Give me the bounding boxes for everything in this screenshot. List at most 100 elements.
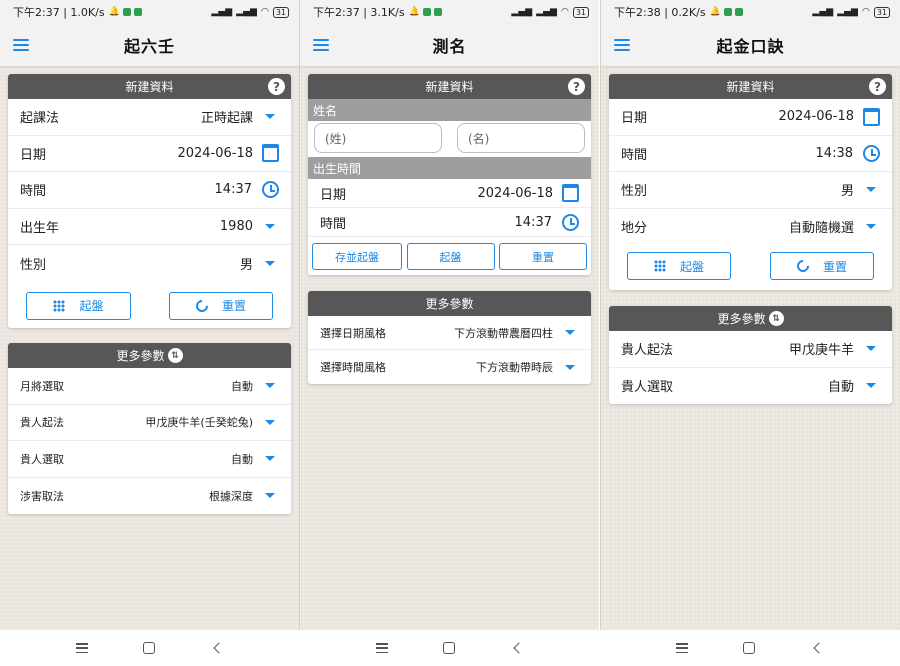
new-data-card: 新建資料 ? 姓名 (姓) (名) 出生時間 日期 2024-06-18 時間 … [308,74,591,275]
start-chart-button[interactable]: 起盤 [26,291,131,320]
start-chart-button[interactable]: 起盤 [406,243,495,270]
param-row[interactable]: 選擇時間風格 下方滾動帶時辰 [308,350,591,384]
status-time: 下午2:38 [614,6,661,19]
recent-apps-icon[interactable] [676,643,688,653]
recent-apps-icon[interactable] [376,643,388,653]
param-row[interactable]: 涉害取法 根據深度 [8,478,291,515]
dropdown-caret-icon[interactable] [265,260,275,266]
swap-icon[interactable]: ⇅ [167,348,183,363]
hamburger-menu-icon[interactable] [614,39,630,51]
page-title: 起六壬 [123,37,175,56]
row-value: 2024-06-18 [778,109,854,125]
dropdown-caret-icon[interactable] [866,187,876,193]
row-value: 男 [840,184,854,200]
form-row-date[interactable]: 日期 2024-06-18 [308,179,591,208]
signal-icon: ▂▄▆ [536,7,557,17]
form-row-date[interactable]: 日期 2024-06-18 [8,136,291,172]
param-row[interactable]: 貴人選取 自動 [8,441,291,478]
dropdown-caret-icon[interactable] [866,224,876,230]
system-nav-bar [0,630,900,666]
form-row-gender[interactable]: 性別 男 [609,172,892,209]
form-row-time[interactable]: 時間 14:37 [8,172,291,209]
back-icon[interactable] [813,642,825,654]
param-row[interactable]: 貴人起法 甲戊庚牛羊(壬癸蛇兔) [8,405,291,441]
card-title: 新建資料 [125,80,174,94]
reset-button[interactable]: 重置 [770,252,874,280]
reset-button[interactable]: 重置 [499,243,587,270]
battery-icon: 31 [272,6,289,18]
param-row[interactable]: 月將選取 自動 [8,368,291,405]
form-row-earth-branch[interactable]: 地分 自動隨機選 [609,209,892,246]
back-icon[interactable] [513,642,525,654]
card-title: 新建資料 [425,80,474,94]
hamburger-menu-icon[interactable] [13,39,29,51]
home-icon[interactable] [443,642,455,654]
back-icon[interactable] [213,642,225,654]
help-icon[interactable]: ? [568,78,585,95]
home-icon[interactable] [143,642,155,654]
help-icon[interactable]: ? [268,78,285,95]
refresh-icon [794,257,812,275]
app-notification-icon [734,8,743,16]
new-data-card: 新建資料 ? 起課法 正時起課 日期 2024-06-18 時間 14:37 出… [8,74,291,328]
status-bar: 下午2:37 | 1.0K/s 🔔 ▂▄▆ ▂▄▆ ◠ 31 [0,0,299,24]
given-name-input[interactable]: (名) [457,123,585,153]
dropdown-caret-icon[interactable] [265,223,275,229]
form-row-method[interactable]: 起課法 正時起課 [8,99,291,136]
dropdown-caret-icon[interactable] [866,346,876,352]
card-header: 新建資料 ? [8,74,291,99]
dropdown-caret-icon[interactable] [866,383,876,389]
card-header[interactable]: 更多參數 [308,291,591,316]
dropdown-caret-icon[interactable] [565,364,575,370]
help-icon[interactable]: ? [869,78,886,95]
form-row-gender[interactable]: 性別 男 [8,245,291,282]
swap-icon[interactable]: ⇅ [768,311,784,326]
clock-icon[interactable] [562,213,579,231]
app-notification-icon [122,8,131,16]
dropdown-caret-icon[interactable] [265,419,275,425]
dropdown-caret-icon[interactable] [265,114,275,120]
app-notification-icon [133,8,142,16]
param-row[interactable]: 貴人起法 甲戊庚牛羊 [609,331,892,368]
signal-icon: ▂▄▆ [236,7,257,17]
clock-icon[interactable] [262,181,279,199]
app-bar: 測名 [300,24,599,66]
battery-icon: 31 [572,6,589,18]
row-label: 日期 [621,111,648,127]
card-header[interactable]: 更多參數 ⇅ [8,343,291,368]
row-label: 起課法 [20,111,60,127]
form-row-time[interactable]: 時間 14:38 [609,136,892,172]
dropdown-caret-icon[interactable] [265,456,275,462]
wifi-icon: ◠ [861,7,870,17]
dropdown-caret-icon[interactable] [565,330,575,335]
signal-icon: ▂▄▆ [511,7,533,17]
card-header: 新建資料 ? [308,74,591,99]
param-row[interactable]: 選擇日期風格 下方滾動帶農曆四柱 [308,316,591,350]
clock-icon[interactable] [863,144,880,162]
row-value: 2024-06-18 [477,185,553,201]
form-row-date[interactable]: 日期 2024-06-18 [609,99,892,136]
card-title: 更多參數 [425,297,474,311]
hamburger-menu-icon[interactable] [313,39,329,51]
dropdown-caret-icon[interactable] [265,383,275,389]
recent-apps-icon[interactable] [76,643,88,653]
card-header: 新建資料 ? [609,74,892,99]
calendar-icon[interactable] [562,184,579,202]
surname-input[interactable]: (姓) [314,123,442,153]
form-row-birth-year[interactable]: 出生年 1980 [8,209,291,245]
calendar-icon[interactable] [863,107,880,126]
reset-button[interactable]: 重置 [169,291,273,320]
start-chart-button[interactable]: 起盤 [627,252,731,280]
app-notification-icon [723,8,732,16]
calendar-icon[interactable] [262,144,279,163]
battery-icon: 31 [873,6,890,18]
save-and-start-button[interactable]: 存並起盤 [312,243,402,270]
card-header[interactable]: 更多參數 ⇅ [609,306,892,331]
dropdown-caret-icon[interactable] [265,493,275,499]
home-icon[interactable] [743,642,755,654]
row-value: 2024-06-18 [177,145,253,161]
form-row-time[interactable]: 時間 14:37 [308,208,591,237]
app-notification-icon [433,8,442,16]
card-title: 新建資料 [726,80,775,94]
param-row[interactable]: 貴人選取 自動 [609,368,892,405]
